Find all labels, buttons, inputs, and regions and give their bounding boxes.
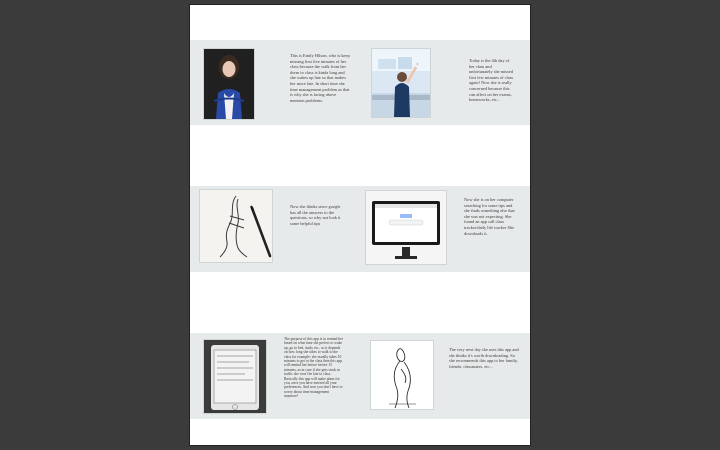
phone-app-sketch-image — [203, 339, 267, 414]
storyboard-row-1: This is Emily Hilson, who is keep missin… — [190, 40, 530, 125]
panel-3-caption: Now she thinks since google has all the … — [290, 204, 342, 226]
classroom-photo-image — [371, 48, 431, 118]
panel-4-caption: Now she is on her computer searching for… — [464, 197, 516, 236]
panel-2-caption: Today is the 4th day of her class and un… — [469, 58, 515, 103]
pencil-sketch-image — [199, 189, 273, 263]
person-line-drawing-image — [370, 340, 434, 410]
storyboard-row-2: Now she thinks since google has all the … — [190, 186, 530, 272]
panel-6-caption: The very next day she uses this app and … — [449, 347, 520, 369]
woman-portrait-image — [203, 48, 255, 120]
computer-monitor-image — [365, 190, 447, 265]
document-viewer: This is Emily Hilson, who is keep missin… — [0, 0, 720, 450]
document-page[interactable]: This is Emily Hilson, who is keep missin… — [190, 5, 530, 445]
storyboard-row-3: The purpose of this app is to remind her… — [190, 333, 530, 419]
panel-5-caption: The purpose of this app is to remind her… — [284, 337, 344, 399]
panel-1-caption: This is Emily Hilson, who is keep missin… — [290, 53, 351, 103]
